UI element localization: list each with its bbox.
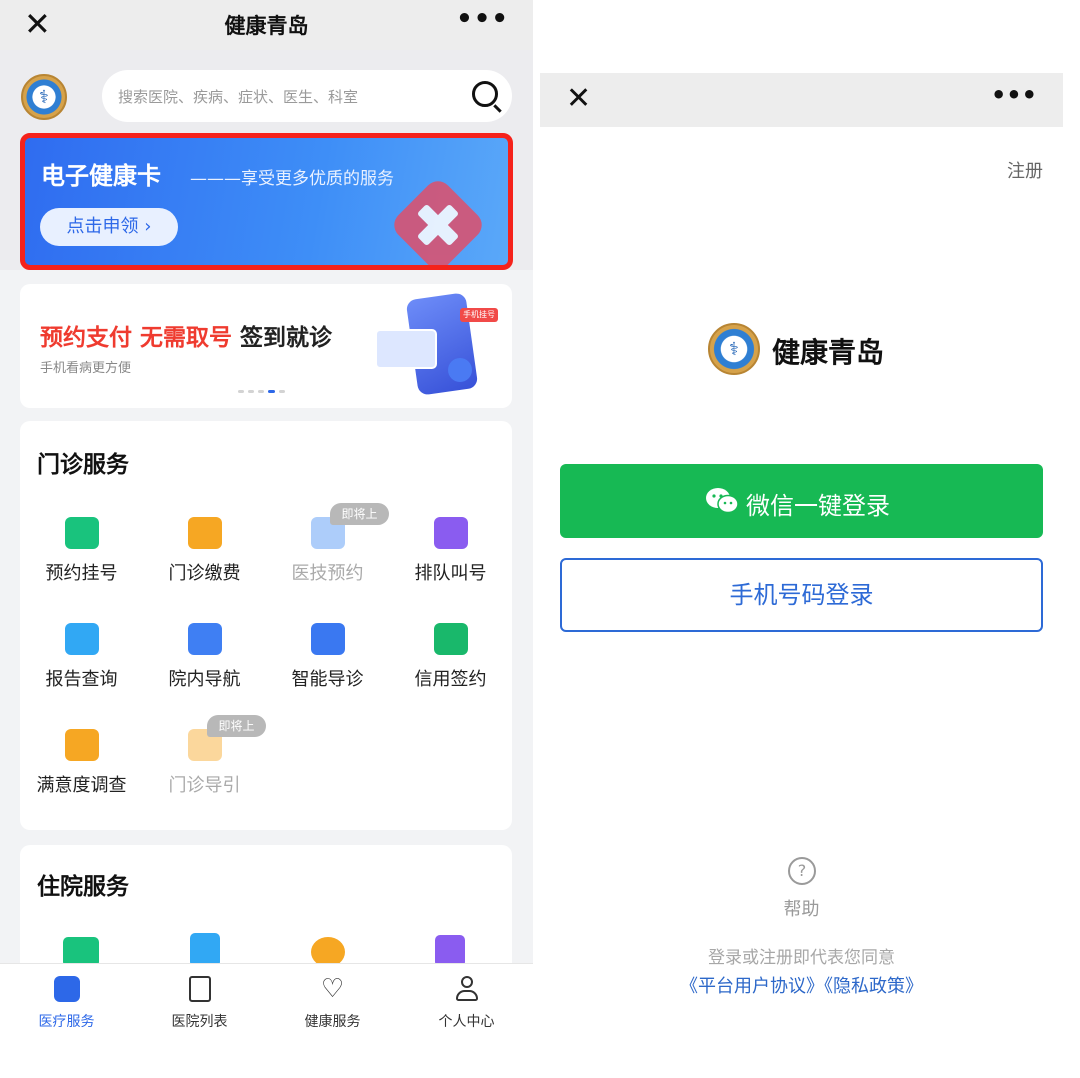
- service-item[interactable]: 信用签约: [389, 623, 512, 691]
- wechat-login-label: 微信一键登录: [746, 492, 890, 520]
- health-card-banner[interactable]: 电子健康卡 ———享受更多优质的服务 点击申领 ›: [20, 133, 513, 270]
- coming-soon-badge: 即将上线: [207, 715, 266, 755]
- tab-medical-services[interactable]: 医疗服务: [0, 964, 133, 1031]
- page-title: 健康青岛: [224, 14, 309, 38]
- medical-cross-icon: [388, 175, 488, 265]
- user-dot-icon: [448, 358, 472, 382]
- tab-label: 医院列表: [171, 1014, 228, 1030]
- wallet-icon: [187, 517, 222, 549]
- app-logo: ⚕: [21, 74, 67, 120]
- more-icon[interactable]: •••: [991, 81, 1037, 109]
- search-input[interactable]: 搜索医院、疾病、症状、医生、科室: [102, 70, 512, 122]
- brand-name: 健康青岛: [772, 336, 885, 369]
- health-card-subtitle: ———享受更多优质的服务: [190, 169, 394, 189]
- credit-card-icon: [433, 623, 468, 655]
- left-screen: ✕ 健康青岛 ••• ⚕ 搜索医院、疾病、症状、医生、科室 电子健康卡 ———享…: [0, 0, 533, 1048]
- wechat-login-button[interactable]: 微信一键登录: [560, 464, 1043, 538]
- service-item[interactable]: 排队叫号: [389, 517, 512, 585]
- user-icon: [454, 976, 480, 1002]
- service-item[interactable]: 报告查询: [20, 623, 143, 691]
- search-icon[interactable]: [472, 81, 498, 107]
- service-item[interactable]: 院内导航: [143, 623, 266, 691]
- right-screen: ✕ ••• 注册 ⚕ 健康青岛 微信一键登录 手机号码登录 ? 帮助 登录或注册…: [540, 73, 1063, 1018]
- agreement-links[interactable]: 《平台用户协议》《隐私政策》: [540, 972, 1063, 998]
- service-item[interactable]: 门诊导引 即将上线: [143, 715, 266, 797]
- service-item[interactable]: 智能导诊: [266, 623, 389, 691]
- service-label: 门诊缴费: [168, 563, 241, 584]
- service-label: 报告查询: [45, 669, 118, 690]
- medical-home-icon: [53, 976, 80, 1002]
- carousel-dot[interactable]: [238, 390, 244, 393]
- tab-label: 健康服务: [304, 1014, 361, 1030]
- carousel-dot[interactable]: [279, 390, 285, 393]
- health-card-title: 电子健康卡: [41, 162, 161, 190]
- close-icon[interactable]: ✕: [566, 81, 591, 117]
- agreement-text: 登录或注册即代表您同意: [708, 948, 895, 968]
- tab-hospital-list[interactable]: 医院列表: [133, 964, 266, 1031]
- service-item[interactable]: 预约挂号: [20, 517, 143, 585]
- star-survey-icon: [64, 729, 99, 761]
- phone-login-button[interactable]: 手机号码登录: [560, 558, 1043, 632]
- card-illustration: [375, 329, 437, 369]
- heart-pulse-icon: ♡: [320, 974, 345, 1004]
- tab-health-services[interactable]: ♡ 健康服务: [266, 964, 399, 1031]
- section-title: 门诊服务: [37, 452, 129, 478]
- service-label: 院内导航: [168, 669, 241, 690]
- service-label: 预约挂号: [45, 563, 118, 584]
- location-icon: [187, 623, 222, 655]
- service-label: 排队叫号: [414, 563, 487, 584]
- banner-headline: 预约支付 无需取号 签到就诊: [40, 325, 333, 351]
- service-item[interactable]: 门诊缴费: [143, 517, 266, 585]
- report-icon: [64, 623, 99, 655]
- section-title: 住院服务: [37, 874, 129, 900]
- promo-banner[interactable]: 预约支付 无需取号 签到就诊 手机看病更方便 手机挂号: [20, 284, 512, 408]
- more-icon[interactable]: •••: [456, 4, 509, 34]
- banner-tag-label: 手机挂号: [463, 310, 495, 319]
- apply-button[interactable]: 点击申领 ›: [40, 208, 178, 246]
- robot-icon: [310, 623, 345, 655]
- help-link[interactable]: 帮助: [540, 895, 1063, 921]
- top-nav-bar: ✕ 健康青岛 •••: [0, 0, 533, 50]
- carousel-dot-active[interactable]: [268, 390, 275, 393]
- inpatient-icon[interactable]: [190, 933, 220, 967]
- top-nav-bar: ✕ •••: [540, 73, 1063, 127]
- coming-soon-badge: 即将上线: [330, 503, 389, 543]
- service-item[interactable]: 满意度调查: [20, 729, 143, 797]
- banner-subtitle: 手机看病更方便: [40, 361, 132, 376]
- service-label: 信用签约: [414, 669, 487, 690]
- carousel-dot[interactable]: [248, 390, 254, 393]
- search-placeholder: 搜索医院、疾病、症状、医生、科室: [118, 88, 359, 106]
- register-link[interactable]: 注册: [1007, 157, 1043, 183]
- hospital-list-icon: [188, 976, 211, 1002]
- service-label: 满意度调查: [36, 775, 127, 796]
- service-label: 门诊导引: [168, 775, 241, 796]
- service-label: 智能导诊: [291, 669, 364, 690]
- tab-label: 医疗服务: [38, 1014, 95, 1030]
- headset-user-icon: [433, 517, 468, 549]
- help-icon[interactable]: ?: [788, 857, 816, 885]
- app-logo: ⚕: [708, 323, 760, 375]
- calendar-icon: [64, 517, 99, 549]
- tab-label: 个人中心: [438, 1014, 495, 1030]
- bottom-tab-bar: 医疗服务 医院列表 ♡ 健康服务 个人中心: [0, 963, 533, 1048]
- carousel-dot[interactable]: [258, 390, 264, 393]
- service-label: 医技预约: [291, 563, 364, 584]
- tab-personal-center[interactable]: 个人中心: [400, 964, 533, 1031]
- outpatient-section: 门诊服务 预约挂号 门诊缴费 医技预约 即将上线 排队叫号 报告查询 院内导航 智能导诊 信用签…: [20, 421, 512, 830]
- service-item[interactable]: 医技预约 即将上线: [266, 503, 389, 585]
- wechat-icon: [706, 488, 739, 514]
